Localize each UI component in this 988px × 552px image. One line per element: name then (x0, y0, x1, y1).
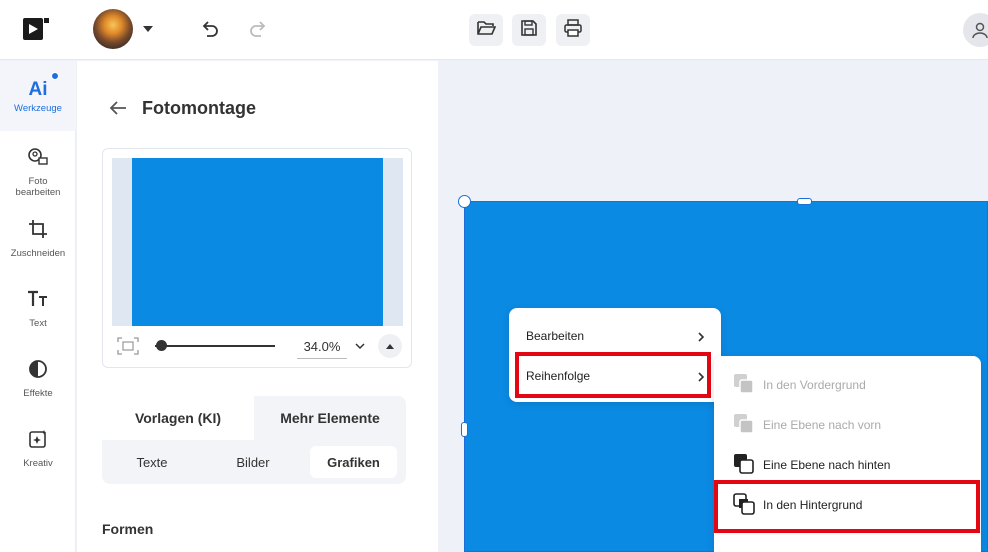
chevron-down-icon[interactable] (143, 26, 153, 32)
rail-item-label: Text (29, 318, 47, 329)
save-button[interactable] (512, 14, 546, 46)
redo-icon[interactable] (245, 16, 271, 42)
photo-edit-icon (27, 147, 49, 172)
rail-item-ai-tools[interactable]: Ai Werkzeuge (0, 61, 76, 131)
rail-item-effects[interactable]: Effekte (0, 359, 76, 399)
back-arrow-icon[interactable] (107, 97, 129, 119)
rail-item-creative[interactable]: Kreativ (0, 429, 76, 469)
avatar[interactable] (93, 9, 133, 49)
rail-item-photo-edit[interactable]: Foto bearbeiten (0, 147, 76, 198)
fit-screen-icon[interactable] (117, 337, 139, 355)
menu-item-label: Bearbeiten (526, 329, 585, 343)
tab-templates-ai[interactable]: Vorlagen (KI) (102, 396, 254, 440)
print-button[interactable] (556, 14, 590, 46)
menu-item-label: Eine Ebene nach hinten (763, 458, 891, 472)
panel-title: Fotomontage (142, 98, 256, 118)
side-panel: Fotomontage 34.0% Vorlagen (KI) Mehr Ele… (77, 61, 438, 552)
top-bar (0, 0, 988, 60)
save-icon (520, 19, 538, 42)
resize-handle-top-left[interactable] (458, 195, 471, 208)
section-title: Formen (102, 521, 154, 537)
collapse-preview-button[interactable] (378, 334, 402, 358)
chevron-down-icon[interactable] (353, 339, 367, 353)
zoom-value[interactable]: 34.0% (297, 335, 347, 359)
undo-icon[interactable] (197, 16, 223, 42)
preview-canvas[interactable] (112, 158, 403, 326)
chevron-right-icon (695, 330, 707, 342)
menu-item-bring-forward: Eine Ebene nach vorn (714, 404, 981, 444)
open-file-button[interactable] (469, 14, 503, 46)
effects-icon (28, 359, 48, 384)
subtab-texts[interactable]: Texte (102, 446, 202, 478)
highlight-box-order (515, 352, 711, 398)
rail-item-label: Foto bearbeiten (15, 176, 61, 198)
text-icon (27, 289, 49, 314)
menu-item-label: In den Vordergrund (763, 378, 866, 392)
user-icon[interactable] (963, 13, 988, 47)
folder-open-icon (476, 19, 497, 42)
rail-item-label: Kreativ (23, 458, 53, 469)
ai-icon: Ai (28, 79, 48, 100)
preview-box: 34.0% (102, 148, 412, 368)
rail-item-crop[interactable]: Zuschneiden (0, 219, 76, 259)
resize-handle-left[interactable] (461, 422, 468, 437)
menu-item-bring-to-front: In den Vordergrund (714, 364, 981, 404)
menu-item-label: Eine Ebene nach vorn (763, 418, 882, 432)
zoom-slider-handle[interactable] (156, 340, 167, 351)
caret-up-icon (385, 337, 395, 355)
rail-item-label: Effekte (23, 388, 53, 399)
rail-item-label: Zuschneiden (10, 248, 66, 259)
crop-icon (28, 219, 48, 244)
subtab-graphics[interactable]: Grafiken (310, 446, 397, 478)
tab-more-elements[interactable]: Mehr Elemente (254, 396, 406, 440)
rail-item-text[interactable]: Text (0, 289, 76, 329)
send-backward-icon (732, 452, 756, 476)
menu-item-send-backward[interactable]: Eine Ebene nach hinten (714, 444, 981, 484)
subtab-images[interactable]: Bilder (203, 446, 303, 478)
zoom-slider-track[interactable] (155, 345, 275, 347)
zoom-controls: 34.0% (103, 331, 413, 363)
bring-to-front-icon (732, 372, 756, 396)
creative-icon (28, 429, 48, 454)
print-icon (563, 18, 583, 42)
bring-forward-icon (732, 412, 756, 436)
rail-item-label: Werkzeuge (14, 103, 62, 114)
resize-handle-top[interactable] (797, 198, 812, 205)
subtabs: Texte Bilder Grafiken (102, 440, 406, 484)
menu-item-edit[interactable]: Bearbeiten (509, 316, 721, 356)
app-logo-icon[interactable] (22, 15, 50, 43)
element-tabs: Vorlagen (KI) Mehr Elemente Texte Bilder… (102, 396, 406, 484)
highlight-box-send-to-back (714, 480, 980, 533)
notification-dot (51, 72, 59, 80)
left-rail: Ai Werkzeuge Foto bearbeiten Zuschneiden… (0, 61, 76, 552)
preview-image (132, 158, 383, 326)
